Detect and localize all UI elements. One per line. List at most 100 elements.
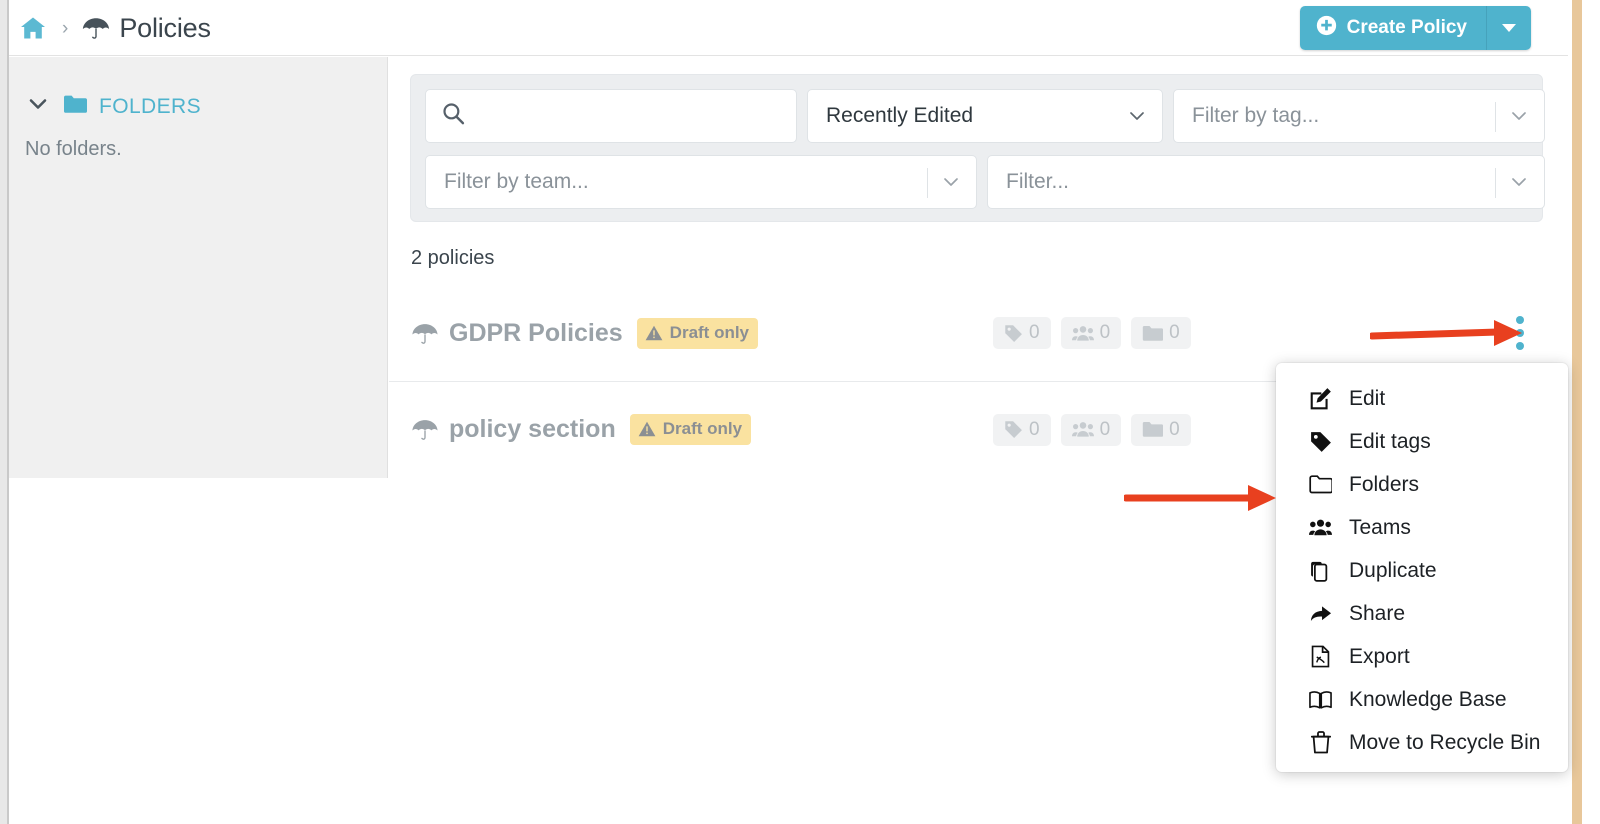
search-icon — [442, 102, 465, 130]
sort-select-value: Recently Edited — [826, 104, 974, 127]
folder-outline-icon — [1309, 473, 1332, 496]
team-count-chip: 0 — [1060, 317, 1122, 349]
users-icon — [1309, 516, 1332, 539]
field-divider — [1495, 102, 1496, 132]
window-right-outer — [1582, 0, 1600, 824]
status-badge: Draft only — [629, 414, 752, 445]
search-input[interactable] — [425, 89, 797, 143]
team-count-value: 0 — [1099, 418, 1111, 440]
tag-count-chip: 0 — [993, 317, 1051, 349]
users-icon — [1071, 325, 1094, 341]
policy-counters: 0 0 0 — [993, 413, 1191, 446]
folder-icon — [1142, 325, 1164, 341]
open-book-icon — [1309, 688, 1332, 711]
policy-count: 2 policies — [411, 247, 495, 269]
menu-item-label: Export — [1349, 644, 1410, 668]
status-badge: Draft only — [636, 317, 759, 349]
tag-filter-input[interactable]: Filter by tag... — [1173, 89, 1545, 143]
umbrella-icon — [411, 322, 439, 345]
team-filter-placeholder: Filter by team... — [444, 170, 589, 193]
folder-count-value: 0 — [1169, 322, 1180, 343]
folder-icon — [63, 94, 99, 119]
folders-section-header[interactable]: FOLDERS — [9, 57, 387, 120]
menu-item-label: Teams — [1349, 515, 1411, 539]
tag-filter-placeholder: Filter by tag... — [1192, 104, 1320, 127]
team-filter-input[interactable]: Filter by team... — [425, 155, 977, 209]
generic-filter-input[interactable]: Filter... — [987, 155, 1545, 209]
menu-item-export[interactable]: Export — [1276, 635, 1568, 678]
plus-circle-icon — [1316, 15, 1337, 42]
sort-select[interactable]: Recently Edited — [807, 89, 1163, 143]
policy-title: GDPR Policies — [449, 318, 623, 347]
chevron-down-icon[interactable] — [27, 93, 63, 120]
folder-count-value: 0 — [1169, 418, 1180, 440]
menu-item-label: Edit — [1349, 386, 1386, 410]
folder-icon — [1142, 422, 1164, 437]
folders-sidebar: FOLDERS No folders. — [9, 57, 388, 478]
window-right-strip — [1572, 0, 1582, 824]
menu-item-label: Move to Recycle Bin — [1349, 730, 1541, 754]
file-pdf-icon — [1309, 645, 1332, 668]
folders-empty-text: No folders. — [25, 138, 122, 160]
generic-filter-placeholder: Filter... — [1006, 170, 1070, 193]
chevron-down-icon — [1130, 112, 1144, 120]
pencil-square-icon — [1309, 387, 1332, 410]
page-title: Policies — [119, 12, 211, 43]
policy-name-group[interactable]: GDPR Policies Draft only — [411, 317, 759, 349]
kebab-menu-icon[interactable] — [1516, 316, 1524, 350]
chevron-down-icon[interactable] — [1509, 106, 1529, 126]
policy-name-group[interactable]: policy section Draft only — [411, 414, 752, 445]
trash-icon — [1309, 731, 1332, 754]
policy-counters: 0 0 0 — [993, 317, 1191, 349]
create-policy-dropdown-button[interactable] — [1487, 6, 1531, 50]
kebab-dot — [1516, 329, 1524, 337]
menu-item-label: Knowledge Base — [1349, 687, 1507, 711]
kebab-dot — [1516, 342, 1524, 350]
home-icon[interactable] — [20, 16, 46, 40]
folder-count-chip: 0 — [1131, 413, 1191, 446]
tag-icon — [1005, 324, 1022, 342]
tag-icon — [1309, 430, 1332, 453]
folders-section-label: FOLDERS — [99, 94, 201, 118]
team-count-value: 0 — [1099, 322, 1111, 343]
share-arrow-icon — [1309, 602, 1332, 625]
status-badge-label: Draft only — [662, 419, 743, 438]
menu-item-label: Share — [1349, 601, 1406, 625]
menu-item-label: Folders — [1349, 472, 1420, 496]
tag-count-value: 0 — [1029, 322, 1040, 343]
create-policy-split-button: Create Policy — [1299, 6, 1531, 50]
menu-item-teams[interactable]: Teams — [1276, 506, 1568, 549]
team-count-chip: 0 — [1060, 413, 1122, 446]
filter-toolbar: Recently Edited Filter by tag... Filter … — [410, 74, 1545, 222]
menu-item-share[interactable]: Share — [1276, 592, 1568, 635]
tag-count-chip: 0 — [993, 413, 1051, 446]
breadcrumb-separator: › — [62, 17, 69, 39]
menu-item-label: Duplicate — [1349, 558, 1437, 582]
menu-item-edit-tags[interactable]: Edit tags — [1276, 420, 1568, 463]
menu-item-duplicate[interactable]: Duplicate — [1276, 549, 1568, 592]
status-badge-label: Draft only — [669, 322, 750, 342]
copy-icon — [1309, 559, 1332, 582]
menu-item-folders[interactable]: Folders — [1276, 463, 1568, 506]
caret-down-icon — [1502, 24, 1516, 32]
chevron-down-icon[interactable] — [1509, 172, 1529, 192]
umbrella-icon — [82, 16, 119, 40]
app-root: › Policies Create Policy FOLDERS No fold… — [0, 0, 1600, 824]
umbrella-icon — [411, 418, 439, 441]
policy-context-menu: Edit Edit tags Folders Teams Duplicate S… — [1276, 363, 1568, 772]
users-icon — [1071, 422, 1094, 437]
menu-item-move-to-recycle-bin[interactable]: Move to Recycle Bin — [1276, 721, 1568, 764]
field-divider — [927, 168, 928, 198]
menu-item-edit[interactable]: Edit — [1276, 377, 1568, 420]
warning-triangle-icon — [638, 421, 656, 437]
create-policy-label: Create Policy — [1346, 17, 1467, 38]
warning-triangle-icon — [645, 325, 663, 340]
chevron-down-icon[interactable] — [941, 172, 961, 192]
kebab-dot — [1516, 316, 1524, 324]
page-header: › Policies Create Policy — [9, 0, 1568, 56]
folder-count-chip: 0 — [1131, 317, 1191, 349]
menu-item-knowledge-base[interactable]: Knowledge Base — [1276, 678, 1568, 721]
breadcrumb: › Policies — [20, 8, 211, 48]
create-policy-button[interactable]: Create Policy — [1299, 6, 1487, 50]
tag-count-value: 0 — [1029, 418, 1040, 440]
